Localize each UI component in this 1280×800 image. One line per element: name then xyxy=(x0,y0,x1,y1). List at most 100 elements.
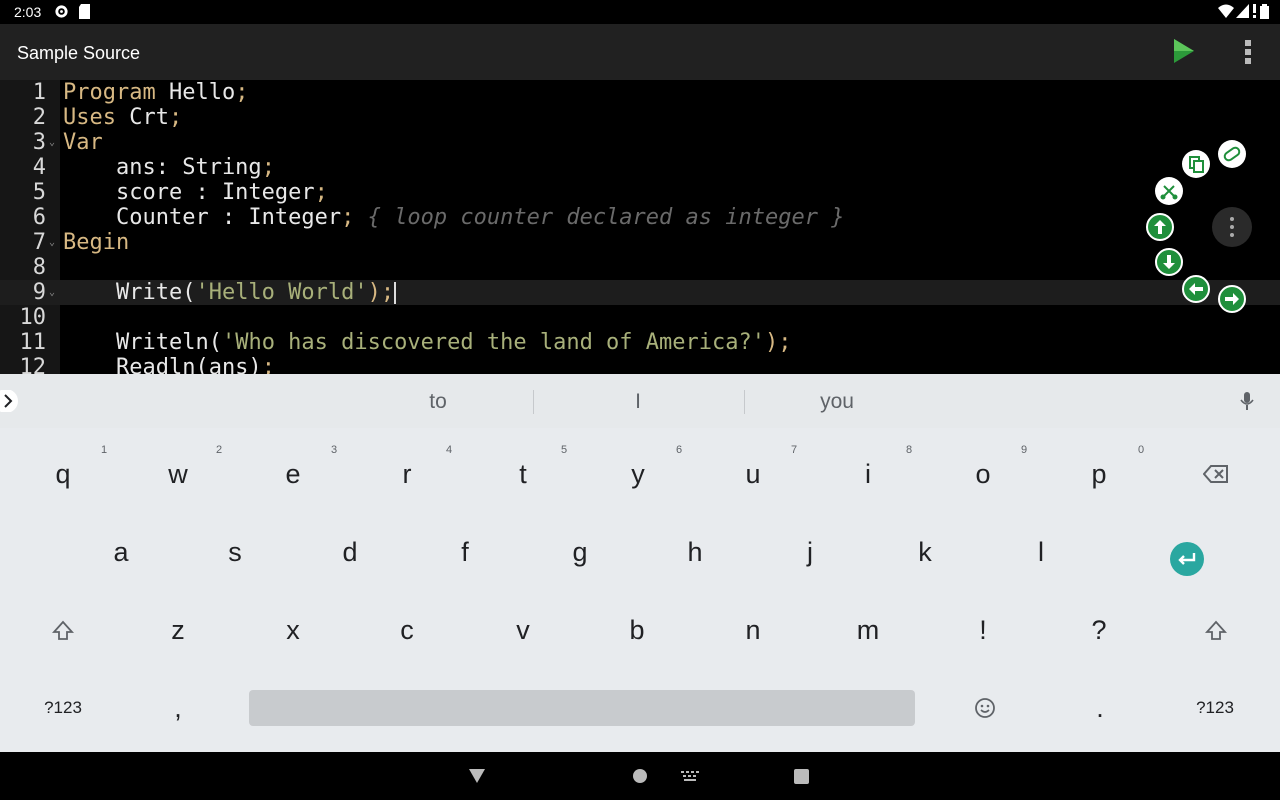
tools-more-button[interactable] xyxy=(1212,207,1252,247)
symbols-key-right[interactable]: ?123 xyxy=(1180,678,1250,738)
key-h[interactable]: h xyxy=(665,522,725,582)
code-line[interactable]: 2 Uses Crt; xyxy=(0,105,1280,130)
recents-icon[interactable] xyxy=(794,769,809,789)
move-right-button[interactable] xyxy=(1218,285,1246,313)
code-editor[interactable]: 1 Program Hello; 2 Uses Crt; 3 ⌄ Var 4 a… xyxy=(0,80,1280,374)
key-p[interactable]: p xyxy=(1069,444,1129,504)
key-y[interactable]: y xyxy=(608,444,668,504)
enter-key[interactable] xyxy=(1170,542,1204,576)
line-number: 11 xyxy=(19,330,47,355)
keyboard-switch-icon[interactable] xyxy=(681,770,699,788)
key-x[interactable]: x xyxy=(263,600,323,660)
key-period[interactable]: . xyxy=(1070,678,1130,738)
key-label: . xyxy=(1096,693,1104,723)
app-title: Sample Source xyxy=(17,43,141,63)
emoji-icon xyxy=(975,698,995,718)
symbols-key-left[interactable]: ?123 xyxy=(28,678,98,738)
key-label: a xyxy=(113,537,129,567)
key-label: o xyxy=(975,459,991,489)
microphone-icon[interactable] xyxy=(1239,391,1255,416)
identifier: ans: String xyxy=(63,155,262,180)
move-up-button[interactable] xyxy=(1146,213,1174,241)
code-line[interactable]: 6 Counter : Integer; { loop counter decl… xyxy=(0,205,1280,230)
key-r[interactable]: r xyxy=(377,444,437,504)
key-label: w xyxy=(168,459,188,489)
punctuation: ; xyxy=(235,80,249,105)
key-u[interactable]: u xyxy=(723,444,783,504)
key-v[interactable]: v xyxy=(493,600,553,660)
key-b[interactable]: b xyxy=(607,600,667,660)
arrow-down-icon xyxy=(1163,255,1175,269)
key-s[interactable]: s xyxy=(205,522,265,582)
emoji-key[interactable] xyxy=(955,678,1015,738)
cut-button[interactable] xyxy=(1155,177,1183,205)
shift-key-left[interactable] xyxy=(33,600,93,660)
key-exclamation[interactable]: ! xyxy=(953,600,1013,660)
key-label: j xyxy=(807,537,813,567)
overflow-menu-button[interactable] xyxy=(1234,36,1262,66)
battery-icon xyxy=(1260,4,1269,22)
key-k[interactable]: k xyxy=(895,522,955,582)
key-l[interactable]: l xyxy=(1011,522,1071,582)
code-line[interactable]: 1 Program Hello; xyxy=(0,80,1280,105)
code-line[interactable]: 7 ⌄ Begin xyxy=(0,230,1280,255)
key-d[interactable]: d xyxy=(320,522,380,582)
status-time: 2:03 xyxy=(14,4,42,20)
fold-arrow-icon[interactable]: ⌄ xyxy=(49,230,55,255)
fold-arrow-icon[interactable]: ⌄ xyxy=(49,130,55,155)
backspace-key[interactable] xyxy=(1186,444,1246,504)
key-question[interactable]: ? xyxy=(1069,600,1129,660)
key-comma[interactable]: , xyxy=(148,678,208,738)
key-label: ?123 xyxy=(44,698,82,717)
fold-arrow-icon[interactable]: ⌄ xyxy=(49,280,55,305)
code-line[interactable]: 4 ans: String; xyxy=(0,155,1280,180)
keyword: Begin xyxy=(63,230,130,255)
key-m[interactable]: m xyxy=(838,600,898,660)
code-line-current[interactable]: 9 ⌄ Write('Hello World'); xyxy=(0,280,1280,305)
settings-icon xyxy=(54,4,69,22)
key-label: y xyxy=(631,459,645,489)
run-button[interactable] xyxy=(1168,36,1198,66)
copy-button[interactable] xyxy=(1182,150,1210,178)
code-line[interactable]: 11 Writeln('Who has discovered the land … xyxy=(0,330,1280,355)
code-line[interactable]: 10 xyxy=(0,305,1280,330)
line-number: 1 xyxy=(32,80,46,105)
move-left-button[interactable] xyxy=(1182,275,1210,303)
key-q[interactable]: q xyxy=(33,444,93,504)
code-line[interactable]: 12 Readln(ans); xyxy=(0,355,1280,374)
key-g[interactable]: g xyxy=(550,522,610,582)
key-label: q xyxy=(55,459,71,489)
code-line[interactable]: 8 xyxy=(0,255,1280,280)
punctuation: ; xyxy=(314,180,328,205)
key-i[interactable]: i xyxy=(838,444,898,504)
home-icon[interactable] xyxy=(632,768,648,789)
shift-key-right[interactable] xyxy=(1186,600,1246,660)
status-bar: 2:03 xyxy=(0,0,1280,24)
suggestion[interactable]: to xyxy=(368,390,508,414)
key-n[interactable]: n xyxy=(723,600,783,660)
move-down-button[interactable] xyxy=(1155,248,1183,276)
space-key[interactable] xyxy=(249,690,915,726)
paste-button[interactable] xyxy=(1218,140,1246,168)
suggestion[interactable]: you xyxy=(767,390,907,414)
key-j[interactable]: j xyxy=(780,522,840,582)
key-label: d xyxy=(342,537,358,567)
key-label: p xyxy=(1091,459,1107,489)
key-e[interactable]: e xyxy=(263,444,323,504)
key-t[interactable]: t xyxy=(493,444,553,504)
key-f[interactable]: f xyxy=(435,522,495,582)
key-w[interactable]: w xyxy=(148,444,208,504)
suggestion[interactable]: I xyxy=(568,390,708,414)
line-number: 12 xyxy=(19,355,47,374)
key-hint: 5 xyxy=(561,444,568,456)
key-c[interactable]: c xyxy=(377,600,437,660)
key-label: i xyxy=(865,459,871,489)
key-z[interactable]: z xyxy=(148,600,208,660)
expand-toolbar-icon[interactable] xyxy=(0,389,20,417)
key-label: x xyxy=(286,615,300,645)
back-icon[interactable] xyxy=(468,768,486,789)
code-line[interactable]: 5 score : Integer; xyxy=(0,180,1280,205)
key-o[interactable]: o xyxy=(953,444,1013,504)
key-a[interactable]: a xyxy=(91,522,151,582)
code-line[interactable]: 3 ⌄ Var xyxy=(0,130,1280,155)
